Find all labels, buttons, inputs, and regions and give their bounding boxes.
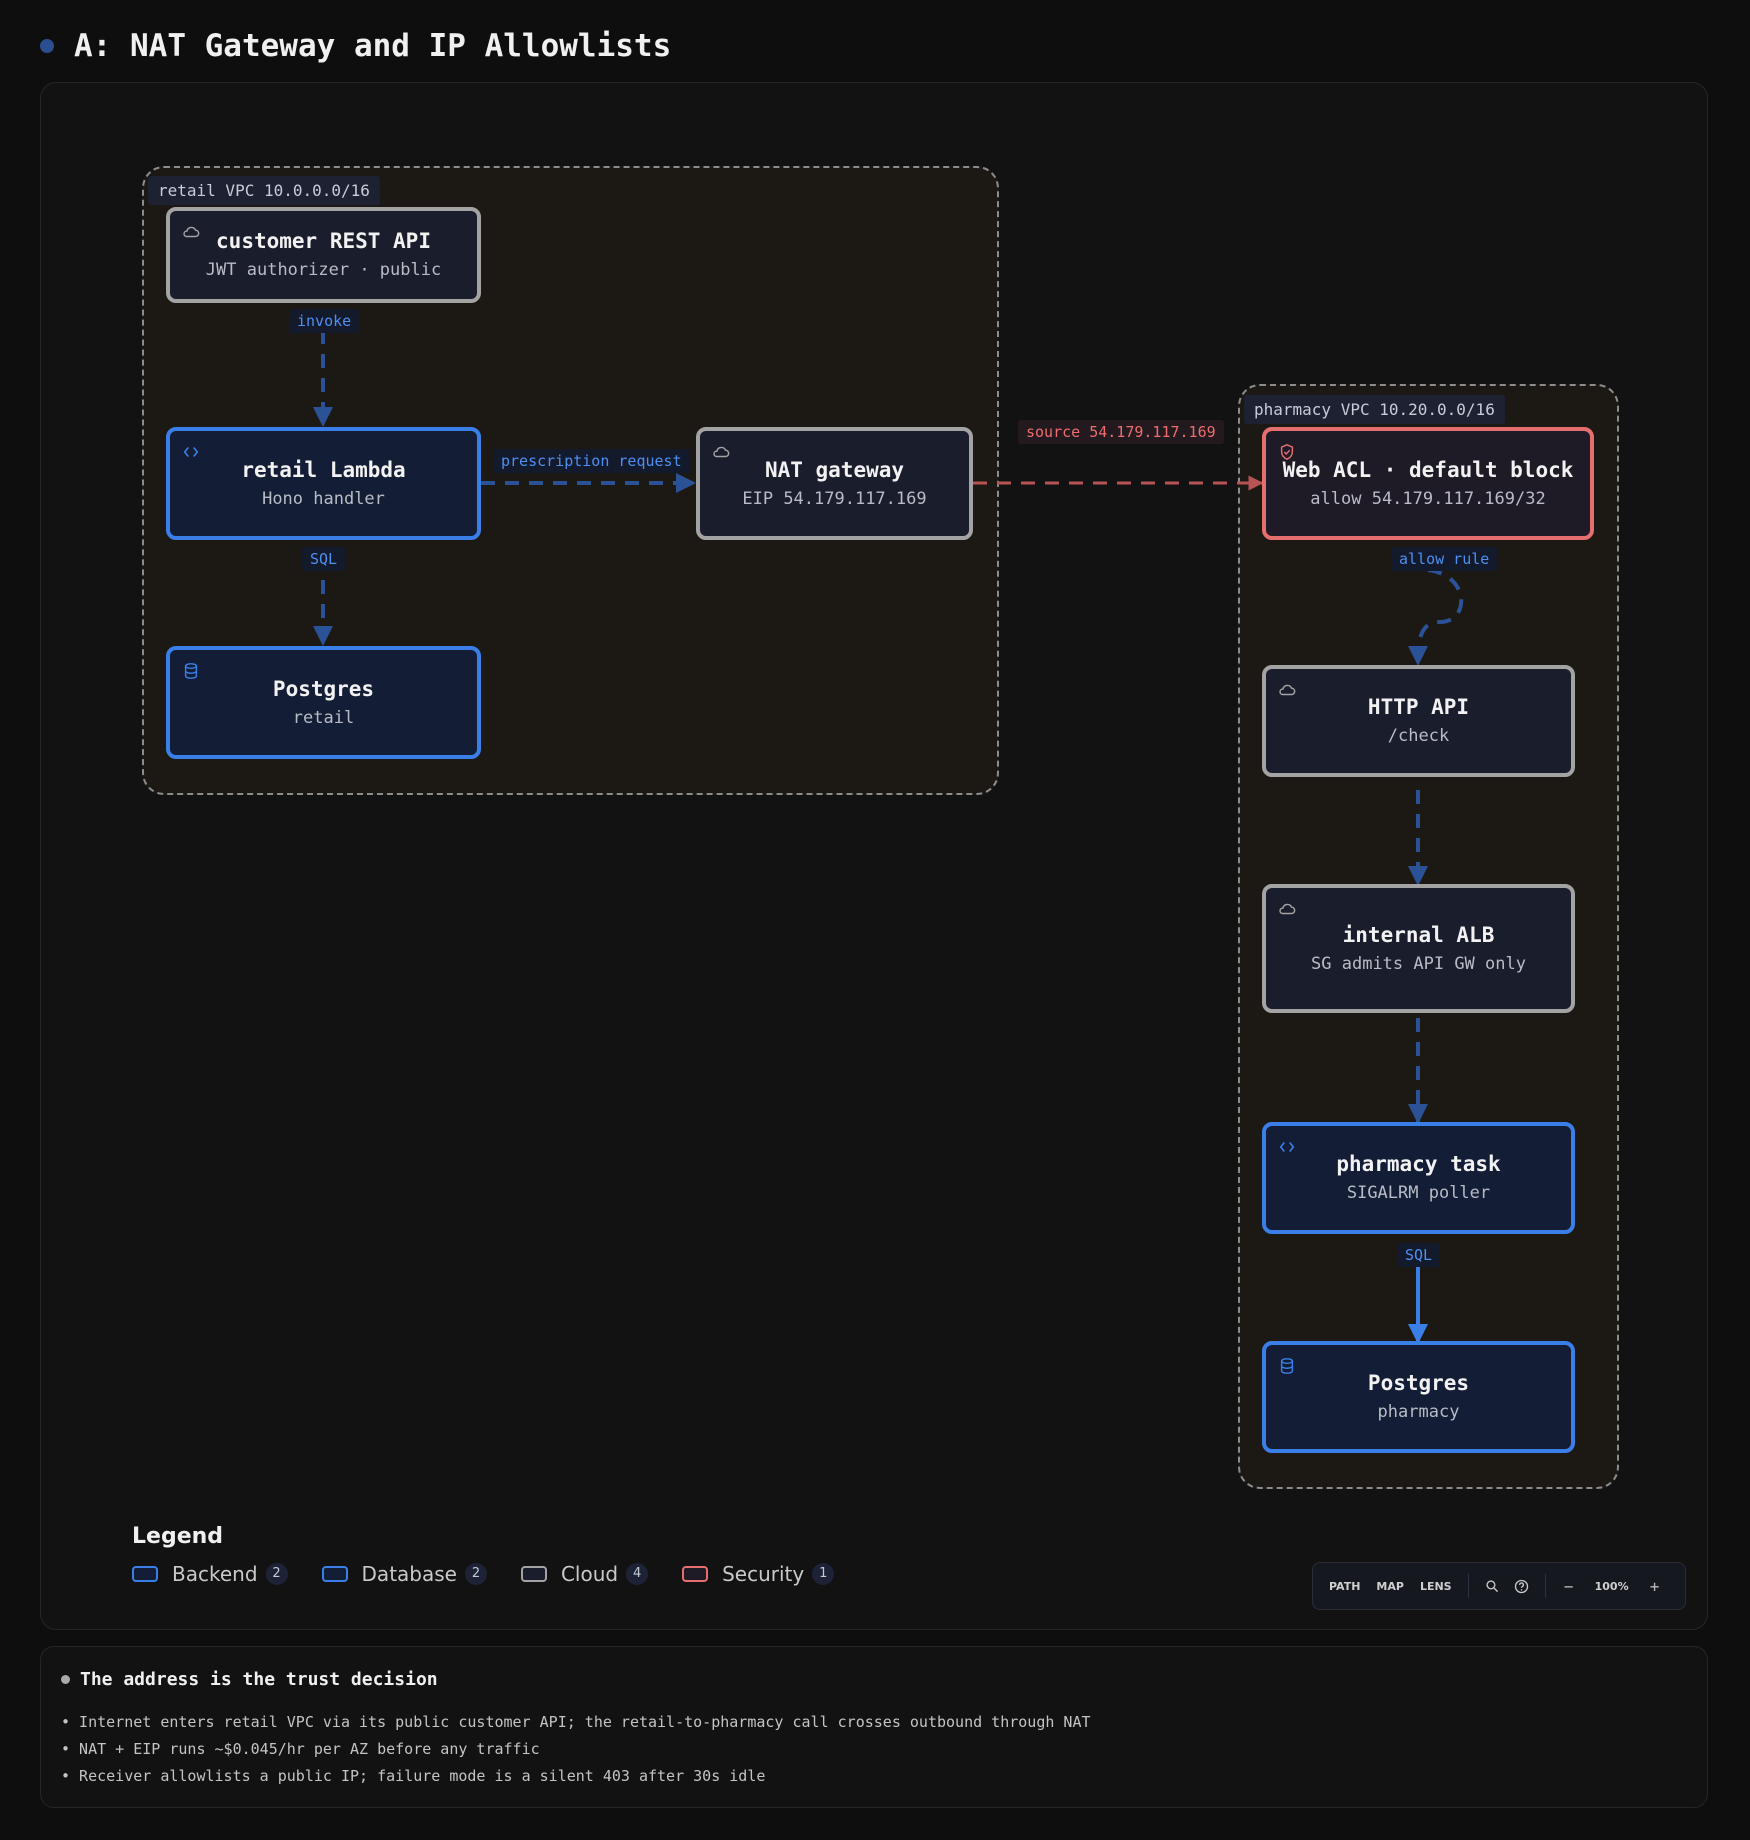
node-subtitle: JWT authorizer · public xyxy=(205,260,442,280)
legend-swatch xyxy=(520,1566,547,1582)
diagram-toolbar: PATH MAP LENS − 100% + xyxy=(1312,1562,1686,1610)
legend: Backend 2 Database 2 Cloud 4 Security 1 xyxy=(132,1562,868,1586)
page-title: A: NAT Gateway and IP Allowlists xyxy=(74,28,672,64)
toolbar-divider xyxy=(1544,1574,1546,1598)
legend-swatch xyxy=(682,1566,709,1582)
note-item: • Receiver allowlists a public IP; failu… xyxy=(61,1767,766,1785)
shield-icon xyxy=(1280,444,1294,460)
legend-label: Backend xyxy=(172,1562,258,1586)
legend-item-cloud[interactable]: Cloud 4 xyxy=(520,1562,649,1586)
node-subtitle: Hono handler xyxy=(262,488,385,509)
legend-item-backend[interactable]: Backend 2 xyxy=(132,1562,288,1586)
notes-list: • Internet enters retail VPC via its pub… xyxy=(61,1709,1091,1790)
legend-item-database[interactable]: Database 2 xyxy=(321,1562,487,1586)
bullet-icon xyxy=(61,1675,70,1684)
cloud-icon xyxy=(1279,903,1296,915)
lens-button[interactable]: LENS xyxy=(1412,1574,1460,1599)
edge-label-sql-pharmacy: SQL xyxy=(1397,1243,1441,1267)
code-icon xyxy=(183,446,199,458)
legend-title: Legend xyxy=(132,1524,224,1549)
legend-label: Database xyxy=(361,1562,457,1586)
node-pharmacy-postgres[interactable]: Postgres pharmacy xyxy=(1262,1341,1575,1453)
node-nat-gateway[interactable]: NAT gateway EIP 54.179.117.169 xyxy=(696,427,973,540)
title-row: A: NAT Gateway and IP Allowlists xyxy=(40,22,671,70)
legend-count-badge: 4 xyxy=(626,1563,649,1585)
edge-label-prescription: prescription request xyxy=(493,449,690,473)
node-title: NAT gateway xyxy=(764,457,905,482)
edge-label-source-ip: source 54.179.117.169 xyxy=(1018,420,1224,444)
zoom-out-button[interactable]: − xyxy=(1554,1571,1584,1601)
node-title: retail Lambda xyxy=(241,457,406,482)
cloud-icon xyxy=(713,446,730,458)
note-item: • Internet enters retail VPC via its pub… xyxy=(61,1713,1091,1731)
notes-title: The address is the trust decision xyxy=(80,1669,438,1690)
notes-panel: The address is the trust decision • Inte… xyxy=(40,1646,1708,1808)
node-internal-alb[interactable]: internal ALB SG admits API GW only xyxy=(1262,884,1575,1013)
legend-swatch xyxy=(132,1566,158,1582)
node-subtitle: retail xyxy=(292,707,355,728)
path-button[interactable]: PATH xyxy=(1321,1574,1368,1599)
node-retail-lambda[interactable]: retail Lambda Hono handler xyxy=(166,427,481,540)
group-pharmacy-vpc-label: pharmacy VPC 10.20.0.0/16 xyxy=(1244,395,1505,424)
edge-label-allow-rule: allow rule xyxy=(1391,547,1498,571)
map-button[interactable]: MAP xyxy=(1368,1574,1412,1599)
node-title: customer REST API xyxy=(216,229,431,253)
node-title: internal ALB xyxy=(1342,922,1495,947)
node-title: HTTP API xyxy=(1367,695,1470,719)
node-title: Postgres xyxy=(272,676,375,701)
edge-label-sql-retail: SQL xyxy=(302,547,346,571)
note-item: • NAT + EIP runs ~$0.045/hr per AZ befor… xyxy=(61,1740,540,1758)
node-subtitle: /check xyxy=(1387,726,1450,746)
database-icon xyxy=(184,663,198,679)
legend-count-badge: 2 xyxy=(265,1563,288,1585)
node-title: Postgres xyxy=(1367,1371,1470,1395)
zoom-in-button[interactable]: + xyxy=(1640,1571,1670,1601)
title-bullet-icon xyxy=(40,39,54,53)
node-subtitle: SG admits API GW only xyxy=(1311,953,1526,974)
edge-label-invoke: invoke xyxy=(289,309,360,333)
legend-label: Cloud xyxy=(560,1562,619,1586)
toolbar-divider xyxy=(1467,1574,1469,1598)
node-subtitle: EIP 54.179.117.169 xyxy=(742,488,927,509)
group-retail-vpc-label: retail VPC 10.0.0.0/16 xyxy=(148,176,380,205)
node-title: pharmacy task xyxy=(1336,1152,1501,1176)
node-subtitle: allow 54.179.117.169/32 xyxy=(1310,488,1546,509)
cloud-icon xyxy=(1279,684,1296,696)
legend-swatch xyxy=(321,1566,348,1582)
notes-header: The address is the trust decision xyxy=(61,1669,438,1690)
search-icon[interactable] xyxy=(1477,1571,1507,1601)
node-customer-rest-api[interactable]: customer REST API JWT authorizer · publi… xyxy=(166,207,481,303)
node-subtitle: SIGALRM poller xyxy=(1346,1183,1491,1203)
node-http-api[interactable]: HTTP API /check xyxy=(1262,665,1575,777)
code-icon xyxy=(1279,1141,1295,1153)
node-subtitle: pharmacy xyxy=(1377,1402,1460,1422)
legend-label: Security xyxy=(722,1562,805,1586)
node-retail-postgres[interactable]: Postgres retail xyxy=(166,646,481,759)
help-icon[interactable] xyxy=(1507,1571,1537,1601)
node-web-acl[interactable]: Web ACL · default block allow 54.179.117… xyxy=(1262,427,1594,540)
legend-count-badge: 2 xyxy=(464,1563,487,1585)
zoom-level: 100% xyxy=(1594,1579,1629,1593)
cloud-icon xyxy=(183,226,200,238)
legend-item-security[interactable]: Security 1 xyxy=(682,1562,835,1586)
database-icon xyxy=(1280,1358,1294,1374)
legend-count-badge: 1 xyxy=(812,1563,835,1585)
node-title: Web ACL · default block xyxy=(1282,457,1574,482)
node-pharmacy-task[interactable]: pharmacy task SIGALRM poller xyxy=(1262,1122,1575,1234)
